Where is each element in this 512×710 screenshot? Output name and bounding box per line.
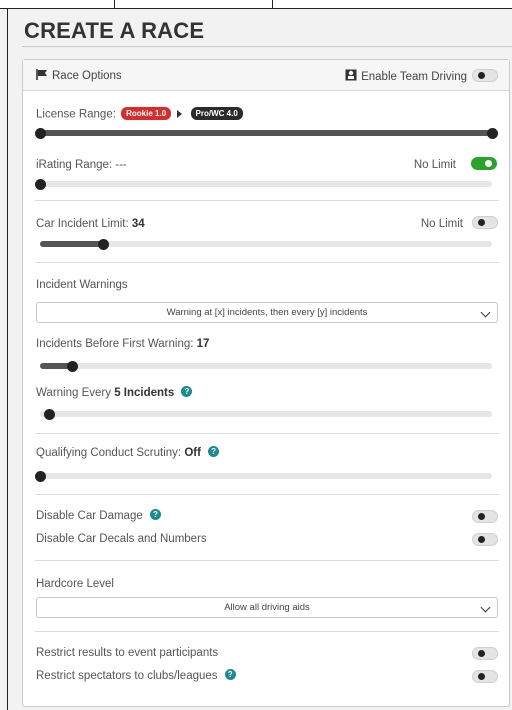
qualifying-row: Qualifying Conduct Scrutiny: Off ? [36,446,220,459]
qualifying-value: Off [184,447,201,459]
race-options-heading: Race Options [36,69,122,83]
title-rule [22,46,512,47]
divider [35,262,499,263]
license-max-badge: Pro/WC 4.0 [190,107,243,120]
divider [35,200,499,201]
flag-icon [36,69,48,83]
panel-header: Race Options Enable Team Driving [23,60,509,91]
warning-every-label: Warning Every [36,387,111,399]
license-range-row: License Range: Rookie 1.0 Pro/WC 4.0 [36,107,243,121]
divider [35,494,499,495]
before-first-label: Incidents Before First Warning: [36,338,194,350]
qualifying-slider[interactable] [35,471,492,482]
license-min-badge: Rookie 1.0 [121,107,172,120]
restrict-results-toggle[interactable] [472,647,498,660]
divider [35,433,499,434]
team-driving-control: Enable Team Driving [345,69,467,84]
license-min-handle[interactable] [35,128,46,139]
incident-warnings-label: Incident Warnings [36,279,128,291]
team-driving-toggle[interactable] [472,69,498,82]
incident-warnings-value: Warning at [x] incidents, then every [y]… [166,307,368,318]
before-first-row: Incidents Before First Warning: 17 [36,338,209,350]
chevron-down-icon [480,307,491,318]
help-icon[interactable]: ? [208,446,220,458]
incident-limit-slider[interactable] [40,239,492,250]
irating-range-slider[interactable] [35,179,492,190]
irating-handle[interactable] [35,179,46,190]
help-icon[interactable]: ? [181,386,193,398]
warning-every-value: 5 Incidents [114,387,175,399]
before-first-slider[interactable] [40,361,492,372]
disable-decals-label: Disable Car Decals and Numbers [36,533,207,545]
arrow-right-icon [177,109,183,118]
help-icon[interactable]: ? [149,509,161,521]
incident-nolimit-label: No Limit [420,218,463,230]
race-options-label: Race Options [52,70,122,82]
incident-warnings-select[interactable]: Warning at [x] incidents, then every [y]… [36,302,498,323]
license-range-fill [40,130,492,136]
irating-range-label: iRating Range: --- [36,159,127,171]
hardcore-select[interactable]: Allow all driving aids [36,597,498,618]
license-range-slider[interactable] [35,128,498,139]
license-max-handle[interactable] [487,128,498,139]
divider [35,631,499,632]
race-options-panel: Race Options Enable Team Driving License… [22,59,510,707]
incident-limit-fill [40,241,104,247]
divider [35,560,499,561]
qualifying-handle[interactable] [35,471,46,482]
incident-limit-handle[interactable] [98,239,110,250]
restrict-spectators-row: Restrict spectators to clubs/leagues ? [36,669,236,682]
restrict-results-label: Restrict results to event participants [36,647,219,659]
incident-nolimit-toggle[interactable] [472,216,498,229]
left-edge [7,9,8,710]
top-strip [0,0,512,9]
incident-limit-label: Car Incident Limit: [36,218,129,230]
disable-decals-toggle[interactable] [472,533,498,546]
license-range-label: License Range: [36,108,116,121]
before-first-value: 17 [196,338,210,350]
warning-every-row: Warning Every 5 Incidents ? [36,386,193,399]
disable-damage-row: Disable Car Damage ? [36,509,161,522]
qualifying-label: Qualifying Conduct Scrutiny: [36,447,182,459]
page-title: CREATE A RACE [24,18,205,43]
hardcore-label: Hardcore Level [36,578,114,590]
disable-damage-toggle[interactable] [472,510,498,523]
warning-every-slider[interactable] [40,409,492,420]
before-first-handle[interactable] [66,361,78,372]
irating-nolimit-toggle[interactable] [471,157,497,170]
team-driving-label: Enable Team Driving [361,70,467,83]
irating-nolimit-label: No Limit [413,159,456,171]
help-icon[interactable]: ? [224,669,236,681]
incident-limit-value: 34 [131,218,145,230]
hardcore-value: Allow all driving aids [224,602,310,613]
restrict-spectators-toggle[interactable] [472,670,498,683]
disable-damage-label: Disable Car Damage [36,510,143,522]
warning-every-handle[interactable] [44,409,56,420]
restrict-spectators-label: Restrict spectators to clubs/leagues [36,670,218,682]
team-driving-icon [345,69,357,84]
incident-limit-row: Car Incident Limit: 34 [36,218,145,230]
chevron-down-icon [480,602,491,613]
